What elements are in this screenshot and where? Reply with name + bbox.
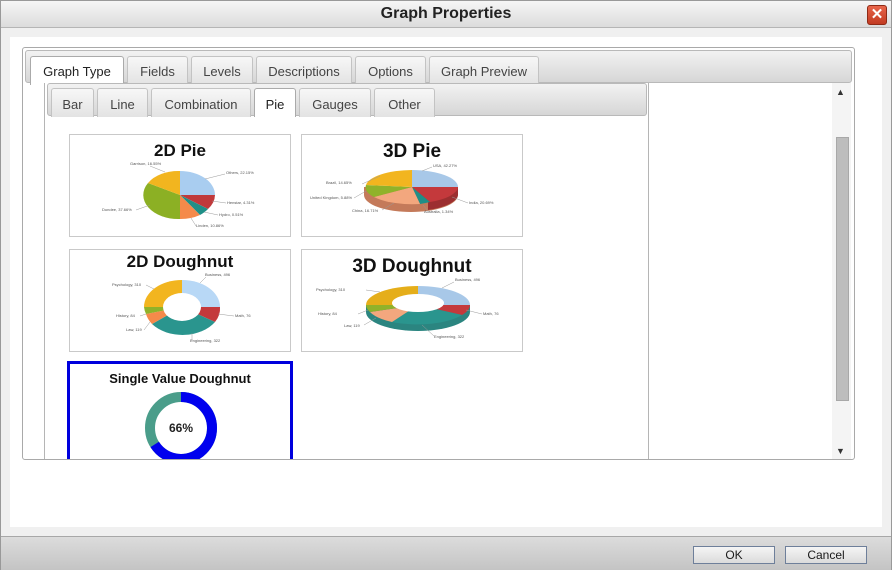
doughnut-label: Business, 496 bbox=[455, 277, 481, 282]
subtab-other[interactable]: Other bbox=[374, 88, 435, 117]
pie-label: Linden, 10.86% bbox=[196, 223, 224, 228]
doughnut-label: Engineering, 322 bbox=[434, 334, 465, 339]
tab-fields[interactable]: Fields bbox=[127, 56, 188, 84]
ok-button[interactable]: OK bbox=[693, 546, 775, 564]
pie-label: Brazil, 14.65% bbox=[326, 180, 352, 185]
chart-option-3d-pie[interactable]: 3D Pie USA, 42.27% Brazil, 14.65% United… bbox=[301, 134, 523, 237]
subtab-bar[interactable]: Bar bbox=[51, 88, 94, 117]
tab-graph-type[interactable]: Graph Type bbox=[30, 56, 124, 85]
doughnut-label: Law, 119 bbox=[344, 323, 360, 328]
chart-option-2d-doughnut[interactable]: 2D Doughnut Business, 496 Psychology, 31… bbox=[69, 249, 291, 352]
chart-option-single-value-doughnut[interactable]: Single Value Doughnut 66% bbox=[67, 361, 293, 459]
doughnut-label: History, 84 bbox=[318, 311, 338, 316]
pie-label: USA, 42.27% bbox=[433, 163, 457, 168]
subtab-pie[interactable]: Pie bbox=[254, 88, 296, 117]
pie-2d-thumbnail: Garrison, 16.55% Others, 22.15% Henstar,… bbox=[102, 161, 255, 228]
main-tab-bar: Graph Type Fields Levels Descriptions Op… bbox=[25, 50, 852, 85]
dialog-content: Graph Type Fields Levels Descriptions Op… bbox=[10, 37, 882, 527]
scroll-thumb[interactable] bbox=[836, 137, 849, 401]
cancel-button[interactable]: Cancel bbox=[785, 546, 867, 564]
graph-properties-dialog: Graph Properties ✕ Graph Type Fields Lev… bbox=[0, 0, 892, 570]
arrow-down-icon[interactable]: ▼ bbox=[836, 446, 845, 456]
close-icon[interactable]: ✕ bbox=[867, 5, 887, 25]
properties-panel: Graph Type Fields Levels Descriptions Op… bbox=[22, 47, 855, 460]
subtab-gauges[interactable]: Gauges bbox=[299, 88, 371, 117]
chart-option-3d-doughnut[interactable]: 3D Doughnut Business, 496 Psychology, 31… bbox=[301, 249, 523, 352]
tab-levels[interactable]: Levels bbox=[191, 56, 253, 84]
doughnut-2d-thumbnail: Business, 496 Psychology, 310 Math, 76 H… bbox=[112, 272, 251, 343]
doughnut-label: Business, 496 bbox=[205, 272, 231, 277]
title-bar: Graph Properties ✕ bbox=[1, 1, 891, 28]
tab-options[interactable]: Options bbox=[355, 56, 426, 84]
tab-descriptions[interactable]: Descriptions bbox=[256, 56, 352, 84]
single-value-doughnut-thumbnail: 66% bbox=[145, 392, 217, 459]
doughnut-label: Law, 119 bbox=[126, 327, 142, 332]
doughnut-label: Engineering, 322 bbox=[190, 338, 221, 343]
subtab-combination[interactable]: Combination bbox=[151, 88, 251, 117]
dialog-title: Graph Properties bbox=[380, 5, 512, 22]
doughnut-label: Psychology, 310 bbox=[112, 282, 142, 287]
subtab-line[interactable]: Line bbox=[97, 88, 148, 117]
doughnut-3d-thumbnail: Business, 496 Psychology, 310 Math, 76 H… bbox=[316, 277, 499, 339]
tab-graph-preview[interactable]: Graph Preview bbox=[429, 56, 539, 84]
doughnut-label: History, 84 bbox=[116, 313, 136, 318]
pie-label: Others, 22.15% bbox=[226, 170, 254, 175]
doughnut-label: Math, 76 bbox=[483, 311, 499, 316]
doughnut-label: Psychology, 310 bbox=[316, 287, 346, 292]
graph-category-tab-bar: Bar Line Combination Pie Gauges Other bbox=[47, 83, 647, 117]
pie-label: Australia, 1.34% bbox=[424, 209, 454, 214]
vertical-scrollbar[interactable]: ▲ ▼ bbox=[832, 83, 851, 459]
pie-label: Dundee, 37.66% bbox=[102, 207, 132, 212]
doughnut-label: Math, 76 bbox=[235, 313, 251, 318]
pie-label: Hydro, 0.51% bbox=[219, 212, 244, 217]
graph-type-content: Bar Line Combination Pie Gauges Other 2D… bbox=[44, 83, 649, 459]
chart-option-2d-pie[interactable]: 2D Pie Garrison, 16.55% Others, 22.15% H… bbox=[69, 134, 291, 237]
value-percent: 66% bbox=[169, 421, 193, 435]
pie-label: India, 20.69% bbox=[469, 200, 494, 205]
pie-label: China, 16.71% bbox=[352, 208, 379, 213]
pie-label: United Kingdom, 5.88% bbox=[310, 195, 352, 200]
pie-label: Garrison, 16.55% bbox=[130, 161, 162, 166]
arrow-up-icon[interactable]: ▲ bbox=[836, 87, 845, 97]
pie-3d-thumbnail: USA, 42.27% Brazil, 14.65% United Kingdo… bbox=[310, 163, 494, 214]
pie-label: Henstar, 4.31% bbox=[227, 200, 255, 205]
dialog-footer: OK Cancel bbox=[1, 536, 891, 570]
